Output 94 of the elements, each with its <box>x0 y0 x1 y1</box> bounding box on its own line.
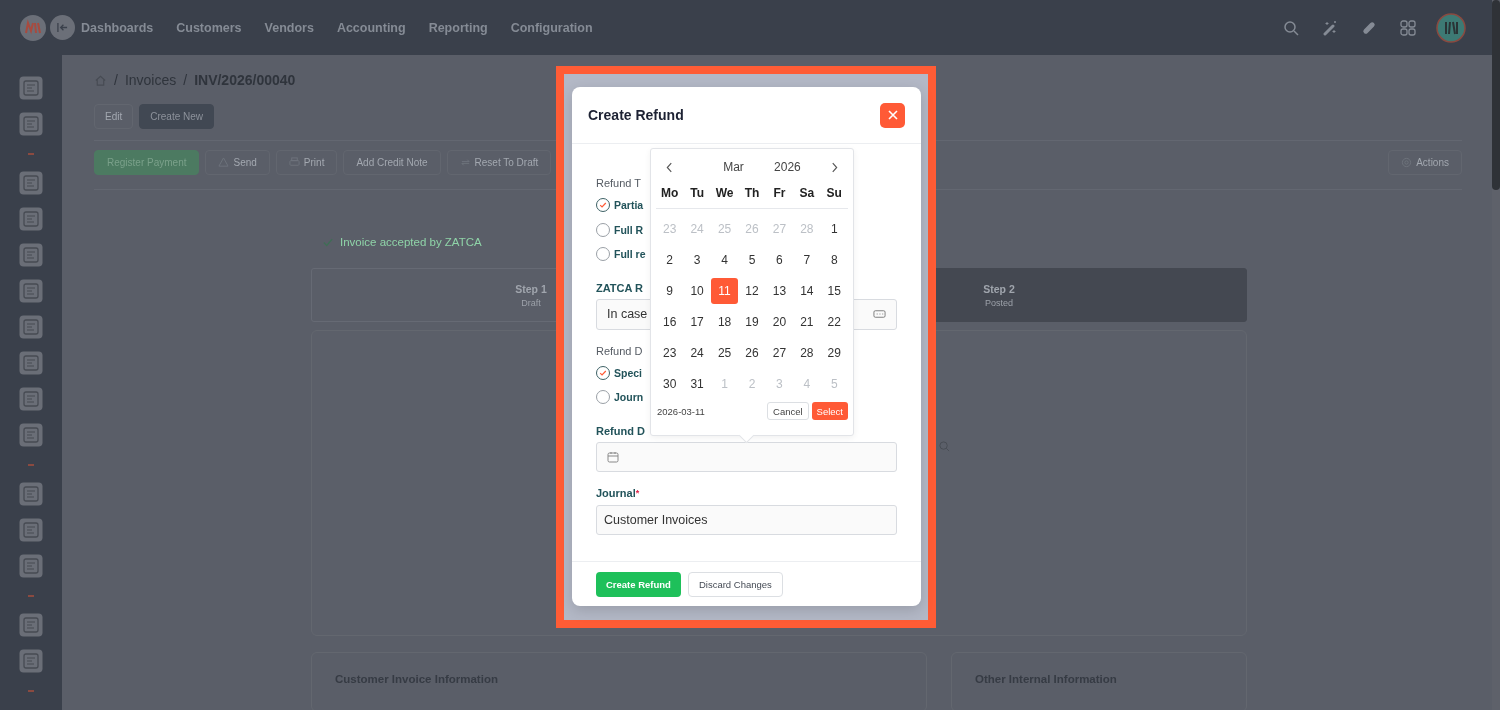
module-icon[interactable] <box>19 482 43 506</box>
calendar-day[interactable]: 29 <box>820 339 848 366</box>
calendar-day[interactable]: 18 <box>711 308 739 335</box>
dialog-title: Create Refund <box>588 107 685 123</box>
calendar-day[interactable]: 19 <box>738 308 766 335</box>
check-icon <box>323 237 333 247</box>
logo-icon[interactable] <box>20 14 46 41</box>
field-label: ZATCA R <box>596 280 644 295</box>
step-title: Step 1 <box>515 282 547 295</box>
weekday-label: Su <box>825 185 843 202</box>
calendar-day[interactable]: 5 <box>738 246 766 273</box>
field-label: Refund D <box>596 343 643 358</box>
input-field[interactable]: Customer Invoices <box>596 504 897 535</box>
module-icon[interactable] <box>19 518 43 542</box>
weekday-label: We <box>714 185 735 202</box>
scrollbar-thumb[interactable] <box>1492 0 1500 190</box>
calendar-day[interactable]: 31 <box>683 370 711 397</box>
calendar-icon <box>607 450 619 463</box>
module-icon[interactable] <box>19 315 43 339</box>
radio-label[interactable]: Partia <box>614 199 644 212</box>
date-field[interactable] <box>596 441 897 472</box>
magic-wand-icon[interactable] <box>1322 19 1338 36</box>
field-label: Refund T <box>596 176 642 190</box>
calendar-day[interactable]: 8 <box>820 246 848 273</box>
close-button[interactable] <box>880 102 905 128</box>
calendar-day[interactable]: 26 <box>738 339 766 366</box>
calendar-day[interactable]: 10 <box>683 277 711 304</box>
month-label[interactable]: Mar <box>723 160 744 174</box>
check-icon <box>599 368 607 377</box>
module-icon[interactable] <box>19 649 43 673</box>
module-icon[interactable] <box>19 554 43 578</box>
calendar-day[interactable]: 2 <box>656 246 684 273</box>
calendar-day[interactable]: 30 <box>656 370 684 397</box>
search-icon[interactable] <box>1283 19 1299 36</box>
calendar-day[interactable]: 21 <box>793 308 821 335</box>
weekday-label: Th <box>743 185 761 202</box>
field-label: Refund D <box>596 423 645 438</box>
scrollbar[interactable] <box>1492 0 1500 710</box>
calendar-day[interactable]: 25 <box>711 339 739 366</box>
calendar-day[interactable]: 13 <box>765 277 793 304</box>
apps-grid-icon[interactable] <box>1400 19 1416 36</box>
calendar-day[interactable]: 22 <box>820 308 848 335</box>
status-message: Invoice accepted by ZATCA <box>340 236 482 248</box>
calendar-day[interactable]: 24 <box>683 339 711 366</box>
calendar-day[interactable]: 20 <box>765 308 793 335</box>
calendar-day[interactable]: 4 <box>711 246 739 273</box>
chevron-left-icon[interactable] <box>666 161 673 173</box>
module-icon[interactable] <box>19 207 43 231</box>
module-icon[interactable] <box>19 279 43 303</box>
module-icon[interactable] <box>19 112 43 136</box>
calendar-day[interactable]: 16 <box>656 308 684 335</box>
calendar-day[interactable]: 28 <box>793 339 821 366</box>
field-label: Journal* <box>596 485 640 500</box>
step-status: Posted <box>985 297 1013 308</box>
keyboard-icon <box>873 309 886 319</box>
step-status: Draft <box>521 297 541 308</box>
module-icon[interactable] <box>19 387 43 411</box>
dialog-button[interactable]: Discard Changes <box>687 571 783 597</box>
calendar-day[interactable]: 12 <box>738 277 766 304</box>
module-icon[interactable] <box>19 423 43 447</box>
calendar-day[interactable]: 23 <box>656 339 684 366</box>
calendar-day[interactable]: 7 <box>793 246 821 273</box>
close-icon <box>887 110 898 120</box>
breadcrumb-separator: / <box>114 72 118 88</box>
radio-label[interactable]: Full R <box>614 223 644 236</box>
picker-button[interactable]: Cancel <box>767 402 809 420</box>
check-icon <box>599 201 607 210</box>
year-label[interactable]: 2026 <box>774 160 801 174</box>
radio-label[interactable]: Journ <box>614 391 644 404</box>
weekday-label: Tu <box>689 185 705 202</box>
calendar-day[interactable]: 15 <box>820 277 848 304</box>
module-icon[interactable] <box>19 243 43 267</box>
weekday-label: Fr <box>772 185 787 202</box>
step-title: Step 2 <box>983 282 1015 295</box>
calendar-day[interactable]: 1 <box>820 215 848 242</box>
module-icon[interactable] <box>19 613 43 637</box>
weekday-label: Mo <box>660 185 680 202</box>
chevron-right-icon[interactable] <box>831 161 838 173</box>
module-icon[interactable] <box>19 351 43 375</box>
avatar-icon[interactable] <box>1436 12 1466 43</box>
calendar-day[interactable]: 9 <box>656 277 684 304</box>
breadcrumb-separator: / <box>183 72 188 88</box>
calendar-day[interactable]: 17 <box>683 308 711 335</box>
radio-label[interactable]: Speci <box>614 366 642 379</box>
selected-date: 2026-03-11 <box>657 405 705 417</box>
collapse-sidebar-icon[interactable] <box>50 15 75 40</box>
module-icon[interactable] <box>19 76 43 100</box>
calendar-day[interactable]: 14 <box>793 277 821 304</box>
calendar-day[interactable]: 3 <box>683 246 711 273</box>
calendar-day[interactable]: 6 <box>765 246 793 273</box>
radio-label[interactable]: Full re <box>614 248 646 261</box>
weekday-label: Sa <box>798 185 816 202</box>
calendar-day[interactable]: 27 <box>765 339 793 366</box>
module-icon[interactable] <box>19 171 43 195</box>
